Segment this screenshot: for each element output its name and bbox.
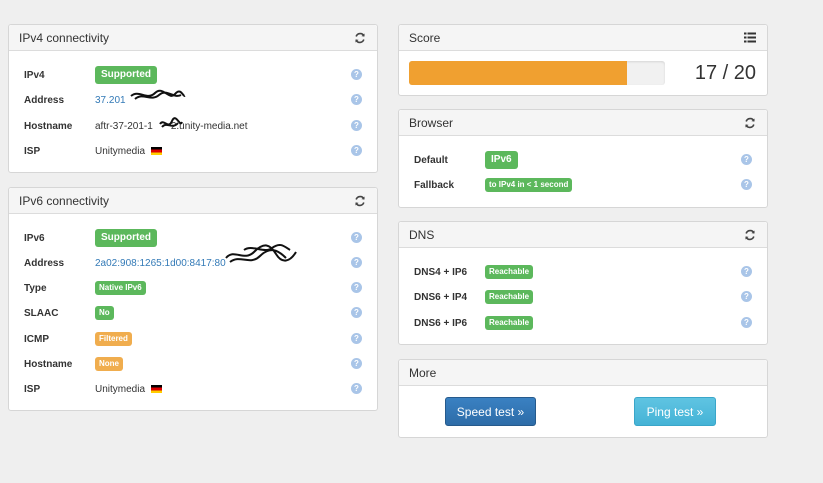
ipv6-panel-header: IPv6 connectivity	[9, 188, 377, 214]
help-icon[interactable]: ?	[351, 333, 362, 344]
ipv6-address-row: Address 2a02:908:1265:1d00:8417:80 ?	[24, 255, 362, 271]
score-panel: Score 17 / 20	[398, 24, 768, 96]
ipv6-isp-row: ISP Unitymedia ?	[24, 381, 362, 397]
ipv4-address-row: Address 37.201 ?	[24, 92, 362, 108]
help-icon[interactable]: ?	[351, 358, 362, 369]
help-icon[interactable]: ?	[741, 179, 752, 190]
ipv6-icmp-row: ICMP Filtered ?	[24, 331, 362, 347]
help-icon[interactable]: ?	[741, 317, 752, 328]
row-label: ISP	[24, 145, 41, 157]
dns-panel: DNS DNS4 + IP6 Reachable ? DNS6 + IP4 Re…	[398, 221, 768, 345]
row-label: ISP	[24, 383, 41, 395]
row-label: ICMP	[24, 333, 49, 345]
browser-panel-title: Browser	[409, 115, 454, 130]
browser-fallback-row: Fallback to IPv4 in < 1 second ?	[414, 177, 752, 193]
row-label: Hostname	[24, 120, 73, 132]
row-label: IPv4	[24, 69, 45, 81]
refresh-icon[interactable]	[353, 194, 367, 208]
help-icon[interactable]: ?	[351, 94, 362, 105]
help-icon[interactable]: ?	[351, 257, 362, 268]
more-panel-header: More	[399, 360, 767, 386]
refresh-icon[interactable]	[743, 228, 757, 242]
ipv4-row: IPv4 Supported ?	[24, 66, 362, 84]
help-icon[interactable]: ?	[351, 307, 362, 318]
ipv4-address-link[interactable]: 37.201	[95, 95, 126, 106]
ipv4-hostname-row: Hostname aftr-37-201-1 2.unity-media.net …	[24, 118, 362, 134]
browser-panel-header: Browser	[399, 110, 767, 136]
help-icon[interactable]: ?	[351, 120, 362, 131]
help-icon[interactable]: ?	[351, 145, 362, 156]
ipv6-row: IPv6 Supported ?	[24, 229, 362, 247]
ipv6-hostname-row: Hostname None ?	[24, 356, 362, 372]
slaac-badge: No	[95, 306, 114, 320]
ipv6-address-link[interactable]: 2a02:908:1265:1d00:8417:80	[95, 258, 226, 269]
score-progress-fill	[409, 61, 627, 85]
redaction-scribble	[130, 89, 186, 100]
ipv4-panel-header: IPv4 connectivity	[9, 25, 377, 51]
browser-panel: Browser Default IPv6 ? Fallback to IPv4 …	[398, 109, 768, 208]
dns6-ip6-row: DNS6 + IP6 Reachable ?	[414, 315, 752, 331]
redaction-scribble	[225, 243, 297, 263]
dns6-ip4-row: DNS6 + IP4 Reachable ?	[414, 289, 752, 305]
more-panel-title: More	[409, 365, 437, 380]
dns-panel-header: DNS	[399, 222, 767, 248]
ipv4-isp-row: ISP Unitymedia ?	[24, 143, 362, 159]
speed-test-button[interactable]: Speed test »	[445, 397, 536, 426]
status-badge: Supported	[95, 66, 157, 84]
row-label: Fallback	[414, 179, 455, 191]
germany-flag-icon	[151, 147, 163, 155]
hostname-part-a: aftr-37-201-1	[95, 120, 153, 132]
more-panel: More Speed test » Ping test »	[398, 359, 768, 438]
ipv6-panel: IPv6 connectivity IPv6 Supported ? Addre…	[8, 187, 378, 411]
row-label: DNS6 + IP4	[414, 291, 468, 303]
ipv4-panel-title: IPv4 connectivity	[19, 30, 110, 45]
ipv6-panel-title: IPv6 connectivity	[19, 193, 110, 208]
row-label: DNS6 + IP6	[414, 317, 468, 329]
icmp-badge: Filtered	[95, 332, 132, 346]
help-icon[interactable]: ?	[351, 69, 362, 80]
dns4-ip6-row: DNS4 + IP6 Reachable ?	[414, 264, 752, 280]
reachable-badge: Reachable	[485, 265, 534, 279]
default-badge: IPv6	[485, 151, 518, 169]
germany-flag-icon	[151, 385, 163, 393]
help-icon[interactable]: ?	[741, 266, 752, 277]
row-label: Address	[24, 94, 65, 106]
score-panel-header: Score	[399, 25, 767, 51]
help-icon[interactable]: ?	[351, 232, 362, 243]
type-badge: Native IPv6	[95, 281, 146, 295]
fallback-badge: to IPv4 in < 1 second	[485, 178, 573, 192]
help-icon[interactable]: ?	[741, 154, 752, 165]
reachable-badge: Reachable	[485, 290, 534, 304]
row-label: IPv6	[24, 232, 45, 244]
row-label: Type	[24, 282, 47, 294]
help-icon[interactable]: ?	[351, 383, 362, 394]
ping-test-button[interactable]: Ping test »	[634, 397, 716, 426]
score-panel-title: Score	[409, 30, 441, 45]
refresh-icon[interactable]	[743, 116, 757, 130]
row-label: Address	[24, 257, 65, 269]
ipv6-slaac-row: SLAAC No ?	[24, 305, 362, 321]
dns-panel-title: DNS	[409, 227, 435, 242]
ipv6-type-row: Type Native IPv6 ?	[24, 280, 362, 296]
browser-default-row: Default IPv6 ?	[414, 151, 752, 169]
score-text: 17 / 20	[694, 62, 756, 84]
status-badge: Supported	[95, 229, 157, 247]
row-label: DNS4 + IP6	[414, 266, 468, 278]
hostname-badge: None	[95, 357, 123, 371]
list-icon[interactable]	[743, 31, 757, 45]
isp-name: Unitymedia	[95, 383, 146, 395]
row-label: Hostname	[24, 358, 73, 370]
score-progress-bar	[409, 61, 665, 85]
help-icon[interactable]: ?	[741, 291, 752, 302]
isp-name: Unitymedia	[95, 145, 146, 157]
help-icon[interactable]: ?	[351, 282, 362, 293]
row-label: SLAAC	[24, 307, 59, 319]
reachable-badge: Reachable	[485, 316, 534, 330]
redaction-scribble	[159, 117, 183, 128]
ipv4-panel: IPv4 connectivity IPv4 Supported ? Addre…	[8, 24, 378, 173]
row-label: Default	[414, 154, 448, 166]
refresh-icon[interactable]	[353, 31, 367, 45]
